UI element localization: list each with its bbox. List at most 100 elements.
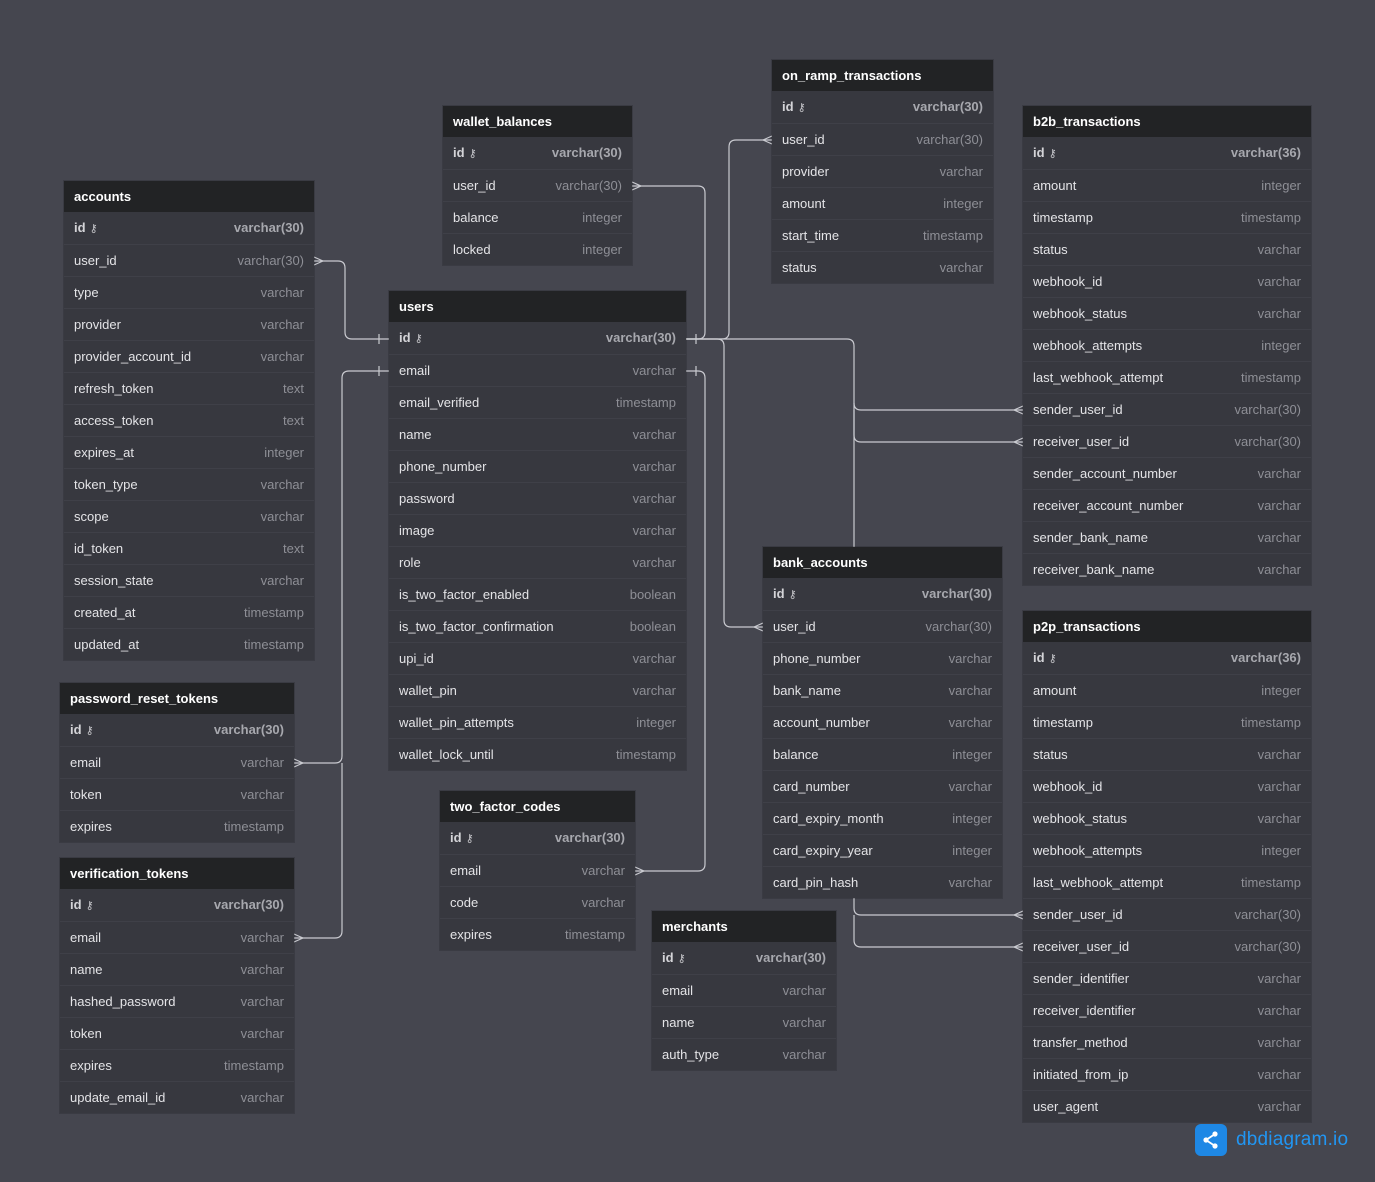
field-row[interactable]: user_id varchar(30) bbox=[763, 610, 1002, 642]
table-two-factor-codes[interactable]: two_factor_codes id ⚷ varchar(30) email varch… bbox=[440, 791, 635, 950]
field-row[interactable]: webhook_id varchar bbox=[1023, 770, 1311, 802]
field-row[interactable]: upi_id varchar bbox=[389, 642, 686, 674]
field-row[interactable]: wallet_pin varchar bbox=[389, 674, 686, 706]
field-row[interactable]: id ⚷ varchar(36) bbox=[1023, 137, 1311, 169]
field-row[interactable]: phone_number varchar bbox=[389, 450, 686, 482]
table-bank-accounts[interactable]: bank_accounts id ⚷ varchar(30) user_id varcha… bbox=[763, 547, 1002, 898]
field-row[interactable]: provider varchar bbox=[772, 155, 993, 187]
field-row[interactable]: code varchar bbox=[440, 886, 635, 918]
field-row[interactable]: start_time timestamp bbox=[772, 219, 993, 251]
field-row[interactable]: last_webhook_attempt timestamp bbox=[1023, 866, 1311, 898]
field-row[interactable]: receiver_user_id varchar(30) bbox=[1023, 425, 1311, 457]
field-row[interactable]: updated_at timestamp bbox=[64, 628, 314, 660]
field-row[interactable]: initiated_from_ip varchar bbox=[1023, 1058, 1311, 1090]
field-row[interactable]: id ⚷ varchar(30) bbox=[64, 212, 314, 244]
field-row[interactable]: email varchar bbox=[60, 921, 294, 953]
field-row[interactable]: receiver_identifier varchar bbox=[1023, 994, 1311, 1026]
field-row[interactable]: card_expiry_year integer bbox=[763, 834, 1002, 866]
field-row[interactable]: user_id varchar(30) bbox=[443, 169, 632, 201]
field-row[interactable]: id_token text bbox=[64, 532, 314, 564]
field-row[interactable]: update_email_id varchar bbox=[60, 1081, 294, 1113]
field-row[interactable]: image varchar bbox=[389, 514, 686, 546]
table-p2p-transactions[interactable]: p2p_transactions id ⚷ varchar(36) amount inte… bbox=[1023, 611, 1311, 1122]
field-row[interactable]: session_state varchar bbox=[64, 564, 314, 596]
field-row[interactable]: id ⚷ varchar(30) bbox=[652, 942, 836, 974]
field-row[interactable]: provider_account_id varchar bbox=[64, 340, 314, 372]
field-row[interactable]: id ⚷ varchar(30) bbox=[772, 91, 993, 123]
field-row[interactable]: expires timestamp bbox=[440, 918, 635, 950]
field-row[interactable]: amount integer bbox=[772, 187, 993, 219]
field-row[interactable]: created_at timestamp bbox=[64, 596, 314, 628]
table-password-reset-tokens[interactable]: password_reset_tokens id ⚷ varchar(30) email… bbox=[60, 683, 294, 842]
field-row[interactable]: name varchar bbox=[389, 418, 686, 450]
field-row[interactable]: role varchar bbox=[389, 546, 686, 578]
field-row[interactable]: sender_identifier varchar bbox=[1023, 962, 1311, 994]
field-row[interactable]: token varchar bbox=[60, 1017, 294, 1049]
field-row[interactable]: type varchar bbox=[64, 276, 314, 308]
field-row[interactable]: user_id varchar(30) bbox=[64, 244, 314, 276]
table-accounts[interactable]: accounts id ⚷ varchar(30) user_id varchar(30)… bbox=[64, 181, 314, 660]
field-row[interactable]: sender_user_id varchar(30) bbox=[1023, 393, 1311, 425]
field-row[interactable]: card_pin_hash varchar bbox=[763, 866, 1002, 898]
field-row[interactable]: sender_user_id varchar(30) bbox=[1023, 898, 1311, 930]
field-row[interactable]: provider varchar bbox=[64, 308, 314, 340]
field-row[interactable]: receiver_user_id varchar(30) bbox=[1023, 930, 1311, 962]
field-row[interactable]: id ⚷ varchar(30) bbox=[763, 578, 1002, 610]
field-row[interactable]: balance integer bbox=[763, 738, 1002, 770]
field-row[interactable]: webhook_status varchar bbox=[1023, 297, 1311, 329]
field-row[interactable]: status varchar bbox=[1023, 738, 1311, 770]
field-row[interactable]: timestamp timestamp bbox=[1023, 706, 1311, 738]
table-header[interactable]: on_ramp_transactions bbox=[772, 60, 993, 91]
field-row[interactable]: webhook_id varchar bbox=[1023, 265, 1311, 297]
table-header[interactable]: two_factor_codes bbox=[440, 791, 635, 822]
field-row[interactable]: balance integer bbox=[443, 201, 632, 233]
field-row[interactable]: bank_name varchar bbox=[763, 674, 1002, 706]
field-row[interactable]: email varchar bbox=[60, 746, 294, 778]
field-row[interactable]: locked integer bbox=[443, 233, 632, 265]
field-row[interactable]: scope varchar bbox=[64, 500, 314, 532]
table-header[interactable]: wallet_balances bbox=[443, 106, 632, 137]
field-row[interactable]: wallet_lock_until timestamp bbox=[389, 738, 686, 770]
field-row[interactable]: sender_account_number varchar bbox=[1023, 457, 1311, 489]
field-row[interactable]: id ⚷ varchar(30) bbox=[440, 822, 635, 854]
field-row[interactable]: card_number varchar bbox=[763, 770, 1002, 802]
field-row[interactable]: webhook_status varchar bbox=[1023, 802, 1311, 834]
field-row[interactable]: token varchar bbox=[60, 778, 294, 810]
field-row[interactable]: email varchar bbox=[440, 854, 635, 886]
field-row[interactable]: user_id varchar(30) bbox=[772, 123, 993, 155]
field-row[interactable]: amount integer bbox=[1023, 169, 1311, 201]
field-row[interactable]: status varchar bbox=[1023, 233, 1311, 265]
diagram-canvas[interactable]: accounts id ⚷ varchar(30) user_id varchar(30)… bbox=[0, 0, 1375, 1182]
field-row[interactable]: refresh_token text bbox=[64, 372, 314, 404]
field-row[interactable]: email varchar bbox=[652, 974, 836, 1006]
field-row[interactable]: expires timestamp bbox=[60, 1049, 294, 1081]
field-row[interactable]: id ⚷ varchar(36) bbox=[1023, 642, 1311, 674]
field-row[interactable]: expires_at integer bbox=[64, 436, 314, 468]
field-row[interactable]: id ⚷ varchar(30) bbox=[389, 322, 686, 354]
field-row[interactable]: webhook_attempts integer bbox=[1023, 834, 1311, 866]
field-row[interactable]: transfer_method varchar bbox=[1023, 1026, 1311, 1058]
field-row[interactable]: auth_type varchar bbox=[652, 1038, 836, 1070]
field-row[interactable]: expires timestamp bbox=[60, 810, 294, 842]
field-row[interactable]: name varchar bbox=[652, 1006, 836, 1038]
field-row[interactable]: receiver_bank_name varchar bbox=[1023, 553, 1311, 585]
field-row[interactable]: is_two_factor_confirmation boolean bbox=[389, 610, 686, 642]
field-row[interactable]: token_type varchar bbox=[64, 468, 314, 500]
table-b2b-transactions[interactable]: b2b_transactions id ⚷ varchar(36) amount inte… bbox=[1023, 106, 1311, 585]
field-row[interactable]: id ⚷ varchar(30) bbox=[443, 137, 632, 169]
field-row[interactable]: account_number varchar bbox=[763, 706, 1002, 738]
field-row[interactable]: webhook_attempts integer bbox=[1023, 329, 1311, 361]
field-row[interactable]: phone_number varchar bbox=[763, 642, 1002, 674]
field-row[interactable]: password varchar bbox=[389, 482, 686, 514]
field-row[interactable]: last_webhook_attempt timestamp bbox=[1023, 361, 1311, 393]
table-verification-tokens[interactable]: verification_tokens id ⚷ varchar(30) email va… bbox=[60, 858, 294, 1113]
table-header[interactable]: password_reset_tokens bbox=[60, 683, 294, 714]
field-row[interactable]: amount integer bbox=[1023, 674, 1311, 706]
field-row[interactable]: user_agent varchar bbox=[1023, 1090, 1311, 1122]
table-header[interactable]: accounts bbox=[64, 181, 314, 212]
field-row[interactable]: id ⚷ varchar(30) bbox=[60, 714, 294, 746]
field-row[interactable]: hashed_password varchar bbox=[60, 985, 294, 1017]
table-header[interactable]: merchants bbox=[652, 911, 836, 942]
field-row[interactable]: is_two_factor_enabled boolean bbox=[389, 578, 686, 610]
field-row[interactable]: name varchar bbox=[60, 953, 294, 985]
